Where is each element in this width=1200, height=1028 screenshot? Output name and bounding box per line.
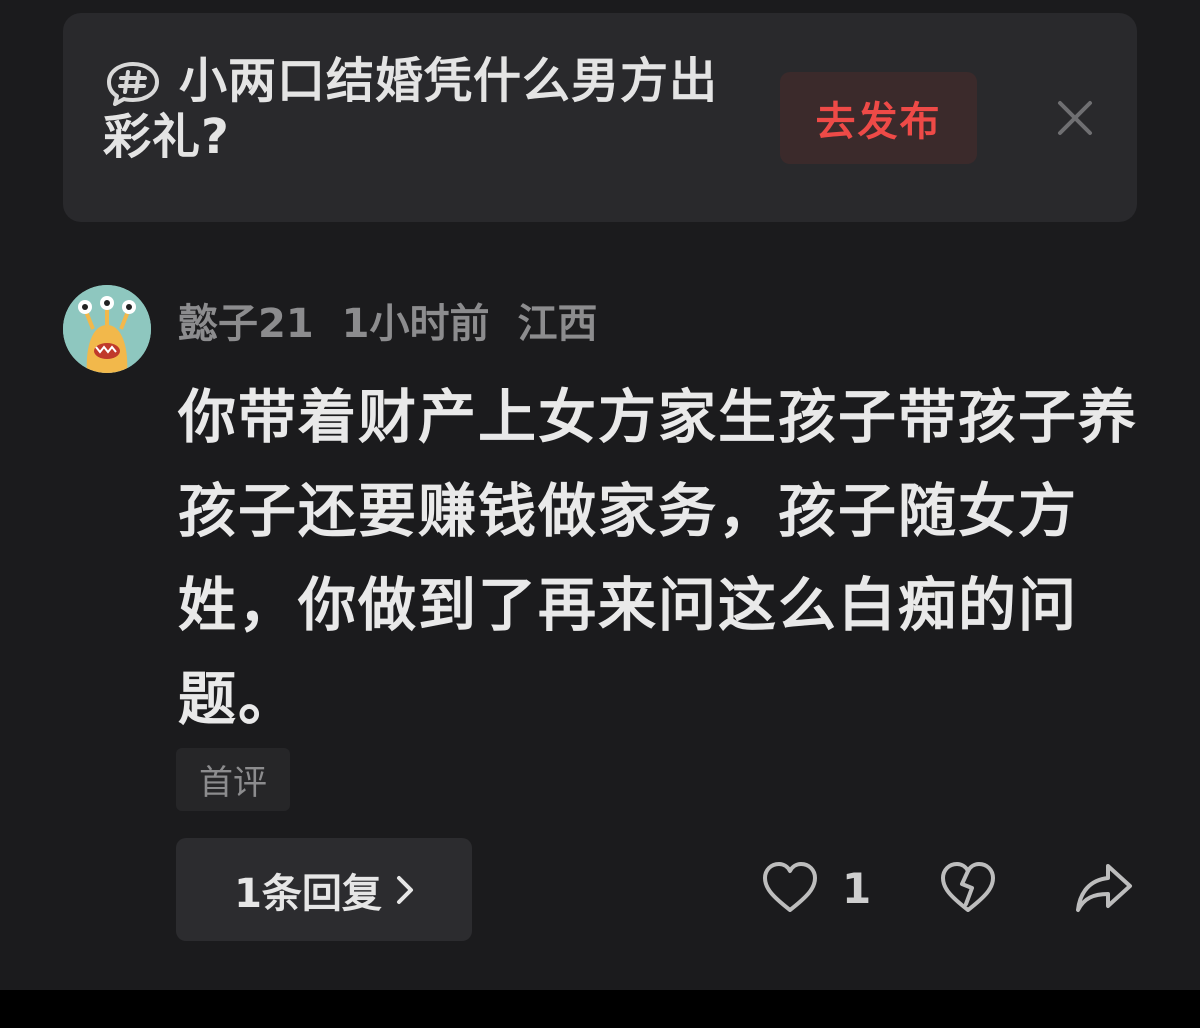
comment-meta: 懿子21 1小时前 江西: [178, 292, 598, 348]
comment-page: 小两口结婚凭什么男方出彩礼? 去发布 懿子21 1小时前 江西 你带着财产上女方…: [0, 0, 1200, 1028]
chevron-right-icon: [396, 875, 413, 904]
timestamp: 1小时前: [341, 301, 490, 347]
dislike-action[interactable]: [940, 860, 996, 916]
heart-icon[interactable]: [762, 860, 818, 916]
comment-text[interactable]: 你带着财产上女方家生孩子带孩子养孩子还要赚钱做家务，孩子随女方姓，你做到了再来问…: [178, 370, 1138, 746]
like-count: 1: [842, 863, 872, 913]
monster-avatar-icon: [63, 285, 151, 373]
like-action[interactable]: 1: [762, 860, 871, 916]
bottom-bar: [0, 990, 1200, 1028]
topic-card[interactable]: 小两口结婚凭什么男方出彩礼? 去发布: [63, 13, 1137, 222]
first-comment-badge: 首评: [176, 748, 290, 811]
replies-label: 1条回复: [234, 870, 382, 917]
location: 江西: [517, 301, 598, 347]
broken-heart-icon[interactable]: [940, 860, 996, 916]
username[interactable]: 懿子21: [178, 291, 314, 349]
close-icon[interactable]: [1056, 99, 1094, 137]
share-icon[interactable]: [1074, 860, 1134, 916]
share-action[interactable]: [1074, 860, 1134, 916]
publish-button[interactable]: 去发布: [780, 72, 977, 164]
topic-title[interactable]: 小两口结婚凭什么男方出彩礼?: [103, 53, 763, 165]
view-replies-button[interactable]: 1条回复: [176, 838, 472, 941]
avatar[interactable]: [63, 285, 151, 373]
